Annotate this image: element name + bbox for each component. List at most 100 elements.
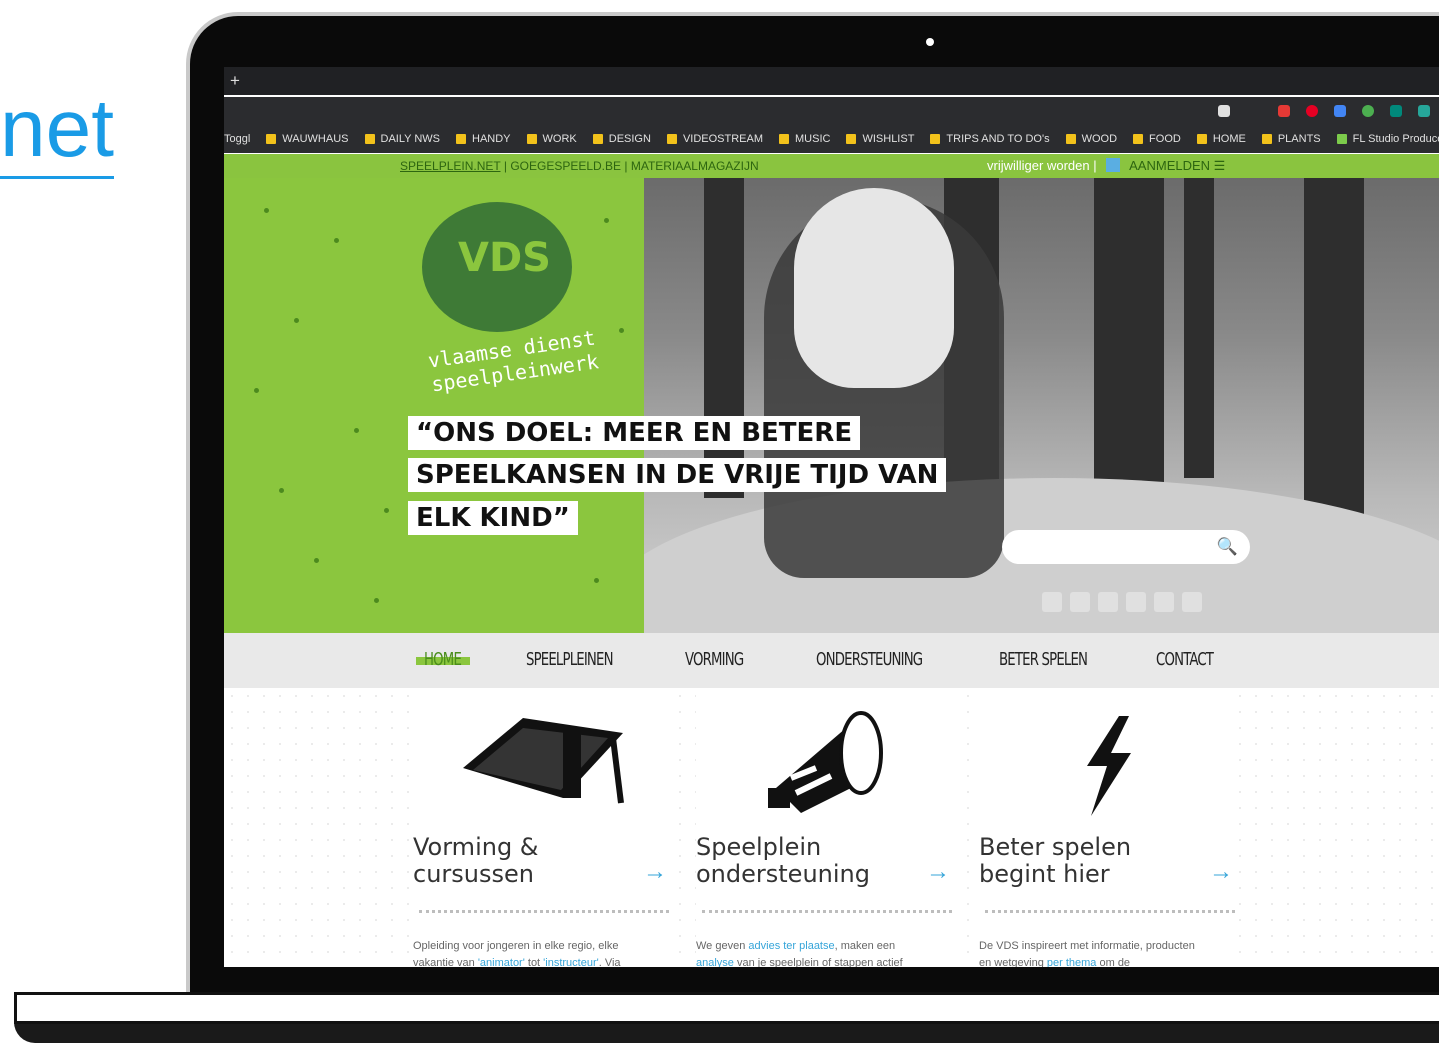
bookmark-folder[interactable]: DAILY NWS: [364, 133, 440, 145]
separator: |: [503, 159, 507, 173]
separator: |: [1093, 158, 1097, 173]
card-title: Speelplein ondersteuning: [696, 833, 870, 888]
folder-icon: [456, 134, 466, 144]
link-materiaalmagazijn[interactable]: MATERIAALMAGAZIJN: [631, 159, 759, 173]
search-icon[interactable]: 🔍: [1217, 537, 1238, 557]
hero-photo: [644, 178, 1439, 633]
adblock-icon[interactable]: [1278, 105, 1290, 117]
twitter-icon[interactable]: [1098, 592, 1118, 612]
card-vorming[interactable]: Vorming & cursussen → Opleiding voor jon…: [413, 688, 673, 967]
arrow-right-icon[interactable]: →: [926, 858, 950, 886]
laptop-base: [14, 992, 1439, 1024]
bookmark-toggl[interactable]: Toggl: [224, 133, 250, 145]
bookmark-folder[interactable]: PLANTS: [1261, 133, 1321, 145]
logo-mark: VDS: [458, 235, 551, 281]
dotted-divider: [419, 910, 669, 913]
bookmark-folder[interactable]: WISHLIST: [846, 133, 914, 145]
arrow-right-icon[interactable]: →: [643, 858, 667, 886]
graduation-cap-icon: [413, 708, 673, 818]
extension-icon[interactable]: [1390, 105, 1402, 117]
hero-quote-line: ELK KIND”: [408, 501, 578, 535]
search-input[interactable]: 🔍: [1002, 530, 1250, 564]
card-speelplein[interactable]: Speelplein ondersteuning → We geven advi…: [696, 688, 956, 967]
extension-icon[interactable]: [1334, 105, 1346, 117]
dotted-divider: [985, 910, 1235, 913]
hero-quote-line: SPEELKANSEN IN DE VRIJE TIJD VAN: [408, 458, 947, 492]
login-link[interactable]: AANMELDEN ☰: [1129, 158, 1225, 173]
folder-icon: [930, 134, 941, 144]
bookmark-folder[interactable]: HANDY: [456, 133, 511, 145]
address-bar[interactable]: ☆: [224, 97, 1439, 149]
nav-contact[interactable]: CONTACT: [1156, 649, 1214, 670]
bookmark-folder[interactable]: VIDEOSTREAM: [666, 133, 763, 145]
folder-icon: [846, 134, 857, 144]
tab-bar: +: [224, 67, 1439, 95]
folder-icon: [1133, 134, 1144, 144]
folder-icon: [1261, 134, 1272, 144]
bookmark-folder[interactable]: WORK: [526, 133, 577, 145]
bookmarks-bar: Toggl WAUWHAUS DAILY NWS HANDY WORK DESI…: [224, 125, 1439, 153]
extension-icon[interactable]: [1418, 105, 1430, 117]
bookmark-folder[interactable]: DESIGN: [592, 133, 651, 145]
youtube-icon[interactable]: [1182, 592, 1202, 612]
hero-quote-line: “ONS DOEL: MEER EN BETERE: [408, 416, 861, 450]
extension-icon[interactable]: [1218, 105, 1230, 117]
separator: |: [624, 159, 628, 173]
screen: + ☆ Toggl WAUWHAUS DAILY NWS HANDY WORK …: [224, 67, 1439, 967]
folder-icon: [1196, 134, 1207, 144]
card-title: Vorming & cursussen: [413, 833, 539, 888]
link-goegespeeld[interactable]: GOEGESPEELD.BE: [510, 159, 621, 173]
user-icon: [1106, 158, 1121, 172]
linkedin-icon[interactable]: [1154, 592, 1174, 612]
facebook-icon[interactable]: [1042, 592, 1062, 612]
laptop-base-shadow: [14, 1022, 1439, 1043]
card-text: De VDS inspireert met informatie, produc…: [979, 940, 1195, 967]
camera-icon: [926, 38, 934, 46]
folder-icon: [666, 134, 677, 144]
bookmark-folder[interactable]: TRIPS AND TO DO's: [930, 133, 1050, 145]
folder-icon: [592, 134, 603, 144]
card-title: Beter spelen begint hier: [979, 833, 1132, 888]
site-topbar: SPEELPLEIN.NET | GOEGESPEELD.BE | MATERI…: [224, 154, 1439, 178]
folder-icon: [266, 134, 277, 144]
nav-speelpleinen[interactable]: SPEELPLEINEN: [526, 649, 614, 670]
nav-vorming[interactable]: VORMING: [685, 649, 744, 670]
main-nav: HOME SPEELPLEINEN VORMING ONDERSTEUNING …: [224, 633, 1439, 688]
dotted-divider: [702, 910, 952, 913]
volunteer-link[interactable]: vrijwilliger worden: [987, 158, 1090, 173]
lightning-icon: [979, 708, 1239, 818]
folder-icon: [1065, 134, 1076, 144]
social-links: [1042, 592, 1202, 612]
link-speelplein[interactable]: SPEELPLEIN.NET: [400, 159, 501, 173]
link-per-thema[interactable]: per thema: [1047, 957, 1097, 967]
megaphone-icon: [696, 708, 956, 818]
bookmark-folder[interactable]: WOOD: [1065, 133, 1117, 145]
extension-icon[interactable]: [1362, 105, 1374, 117]
card-text: Opleiding voor jongeren in elke regio, e…: [413, 940, 621, 967]
site-url-link[interactable]: net: [0, 83, 114, 179]
folder-icon: [364, 134, 375, 144]
bookmark-folder[interactable]: WAUWHAUS: [266, 133, 349, 145]
folder-icon: [779, 134, 790, 144]
nav-home[interactable]: HOME: [424, 649, 462, 670]
bookmark-folder[interactable]: FOOD: [1133, 133, 1181, 145]
new-tab-button[interactable]: +: [230, 71, 240, 91]
link-animator[interactable]: 'animator': [478, 957, 525, 967]
pinterest-icon[interactable]: [1306, 105, 1318, 117]
card-beter-spelen[interactable]: Beter spelen begint hier → De VDS inspir…: [979, 688, 1239, 967]
bookmark-folder[interactable]: HOME: [1196, 133, 1246, 145]
content-area: Vorming & cursussen → Opleiding voor jon…: [224, 688, 1439, 967]
fl-studio-icon: [1336, 134, 1347, 144]
bookmark-folder[interactable]: MUSIC: [779, 133, 830, 145]
folder-icon: [526, 134, 537, 144]
arrow-right-icon[interactable]: →: [1209, 858, 1233, 886]
nav-ondersteuning[interactable]: ONDERSTEUNING: [816, 649, 923, 670]
link-analyse[interactable]: analyse: [696, 957, 734, 967]
bookmark-fl-studio[interactable]: FL Studio Producer...: [1336, 133, 1439, 145]
link-instructeur[interactable]: 'instructeur': [543, 957, 599, 967]
card-text: We geven advies ter plaatse, maken een a…: [696, 940, 903, 967]
pinterest-icon[interactable]: [1126, 592, 1146, 612]
instagram-icon[interactable]: [1070, 592, 1090, 612]
link-advies[interactable]: advies ter plaatse: [748, 940, 834, 952]
nav-beter-spelen[interactable]: BETER SPELEN: [999, 649, 1088, 670]
